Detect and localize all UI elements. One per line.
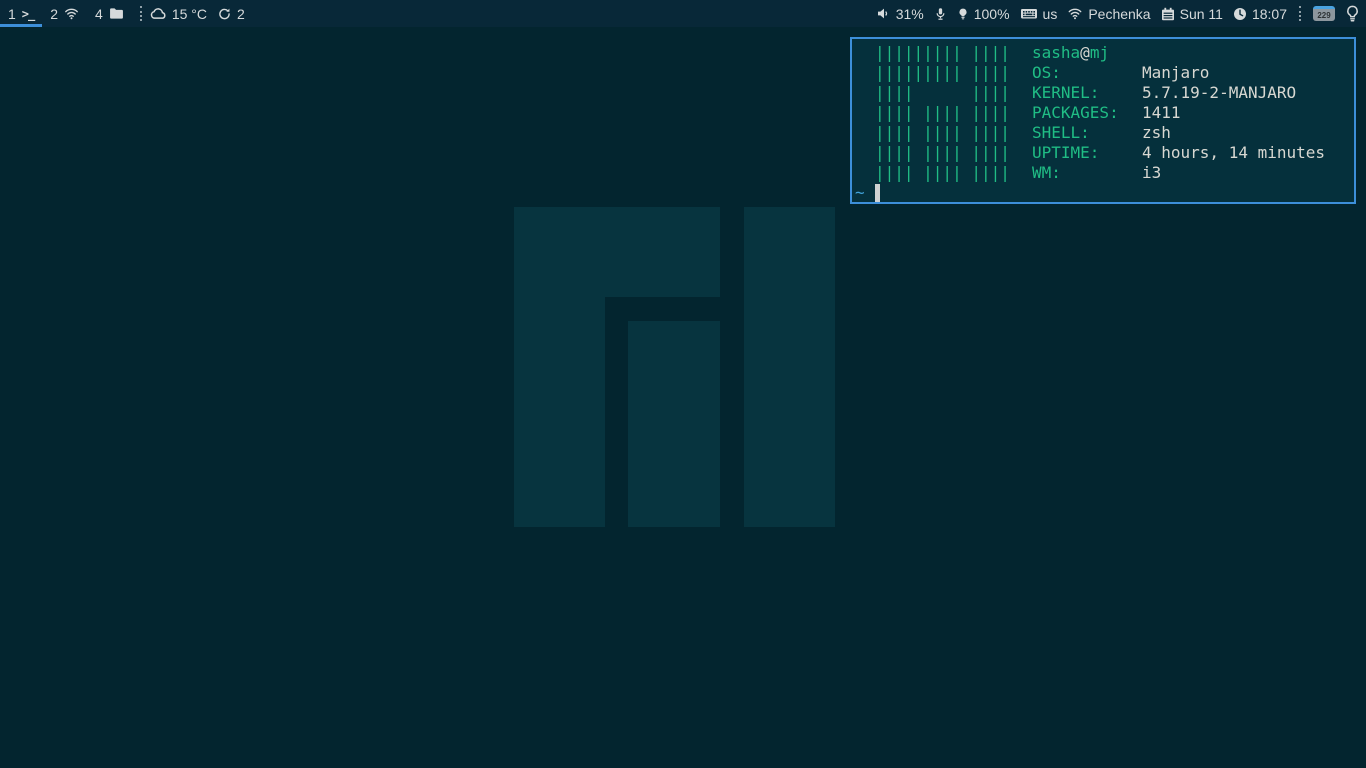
bar-separator bbox=[140, 6, 142, 21]
user-host-line: sasha@mj bbox=[1032, 43, 1325, 63]
shell-prompt[interactable]: ~ bbox=[855, 183, 880, 203]
fetch-label: WM: bbox=[1032, 163, 1142, 183]
folder-icon bbox=[109, 7, 124, 20]
hostname: mj bbox=[1090, 43, 1109, 62]
clock-icon bbox=[1233, 7, 1247, 21]
fetch-label: KERNEL: bbox=[1032, 83, 1142, 103]
clock-widget[interactable]: 18:07 bbox=[1233, 6, 1287, 22]
terminal-icon: >_ bbox=[22, 7, 34, 21]
idea-lamp-widget[interactable] bbox=[1345, 5, 1360, 22]
speaker-icon bbox=[877, 7, 891, 20]
at-sign: @ bbox=[1080, 43, 1090, 62]
workspace-number: 4 bbox=[95, 6, 103, 22]
date-label: Sun 11 bbox=[1180, 6, 1223, 22]
network-name: Pechenka bbox=[1088, 6, 1150, 22]
fetch-value: i3 bbox=[1142, 163, 1161, 182]
brightness-level: 100% bbox=[974, 6, 1010, 22]
workspace-button-4[interactable]: 4 bbox=[87, 0, 132, 27]
terminal-window[interactable]: ||||||||| |||| ||||||||| |||| |||| |||| … bbox=[850, 37, 1356, 204]
workspace-number: 1 bbox=[8, 6, 16, 22]
wifi-icon bbox=[1067, 7, 1083, 20]
fetch-row-os: OS:Manjaro bbox=[1032, 63, 1325, 83]
manjaro-ascii-logo: ||||||||| |||| ||||||||| |||| |||| |||| … bbox=[875, 43, 1010, 183]
lightbulb-outline-icon bbox=[1345, 5, 1360, 22]
fetch-value: 5.7.19-2-MANJARO bbox=[1142, 83, 1296, 102]
microphone-icon bbox=[934, 7, 947, 21]
text-cursor bbox=[875, 184, 880, 202]
workspace-button-2[interactable]: 2 bbox=[42, 0, 87, 27]
bar-right-group: 31% 100% bbox=[877, 0, 1366, 27]
temperature-label: 15 °C bbox=[172, 6, 207, 22]
fetch-row-shell: SHELL:zsh bbox=[1032, 123, 1325, 143]
fetch-row-kernel: KERNEL:5.7.19-2-MANJARO bbox=[1032, 83, 1325, 103]
date-widget[interactable]: Sun 11 bbox=[1161, 6, 1223, 22]
calendar-icon bbox=[1161, 7, 1175, 21]
fetch-label: SHELL: bbox=[1032, 123, 1142, 143]
wifi-icon bbox=[64, 7, 79, 20]
logo-middle-column bbox=[628, 321, 720, 527]
fetch-value: 1411 bbox=[1142, 103, 1181, 122]
volume-widget[interactable]: 31% bbox=[877, 6, 924, 22]
keyboard-layout-widget[interactable]: us bbox=[1020, 6, 1058, 22]
system-fetch-info: sasha@mj OS:Manjaro KERNEL:5.7.19-2-MANJ… bbox=[1032, 43, 1325, 183]
network-widget[interactable]: Pechenka bbox=[1067, 6, 1150, 22]
bar-separator bbox=[1299, 6, 1301, 21]
volume-level: 31% bbox=[896, 6, 924, 22]
i3-status-bar: 1 >_ 2 4 bbox=[0, 0, 1366, 27]
brightness-widget[interactable]: 100% bbox=[957, 6, 1010, 22]
updates-count: 2 bbox=[237, 6, 245, 22]
fetch-label: OS: bbox=[1032, 63, 1142, 83]
updates-widget[interactable]: 2 bbox=[217, 6, 245, 22]
fetch-label: PACKAGES: bbox=[1032, 103, 1142, 123]
logo-left-column bbox=[514, 207, 605, 527]
microphone-widget[interactable] bbox=[934, 7, 947, 21]
tray-battery-badge[interactable]: 229 bbox=[1313, 6, 1335, 21]
fetch-value: Manjaro bbox=[1142, 63, 1209, 82]
fetch-value: 4 hours, 14 minutes bbox=[1142, 143, 1325, 162]
time-label: 18:07 bbox=[1252, 6, 1287, 22]
lightbulb-icon bbox=[957, 7, 969, 21]
prompt-path: ~ bbox=[855, 183, 865, 203]
fetch-row-uptime: UPTIME:4 hours, 14 minutes bbox=[1032, 143, 1325, 163]
fetch-value: zsh bbox=[1142, 123, 1171, 142]
fetch-row-packages: PACKAGES:1411 bbox=[1032, 103, 1325, 123]
logo-right-column bbox=[744, 207, 835, 527]
logo-top-bar bbox=[605, 207, 720, 297]
keyboard-icon bbox=[1020, 7, 1038, 20]
fetch-row-wm: WM:i3 bbox=[1032, 163, 1325, 183]
workspace-button-1[interactable]: 1 >_ bbox=[0, 0, 42, 27]
workspace-number: 2 bbox=[50, 6, 58, 22]
cloud-icon bbox=[150, 7, 167, 20]
username: sasha bbox=[1032, 43, 1080, 62]
bar-left-group: 1 >_ 2 4 bbox=[0, 0, 245, 27]
weather-widget[interactable]: 15 °C bbox=[150, 6, 207, 22]
keyboard-layout: us bbox=[1043, 6, 1058, 22]
fetch-label: UPTIME: bbox=[1032, 143, 1142, 163]
refresh-icon bbox=[217, 7, 232, 21]
